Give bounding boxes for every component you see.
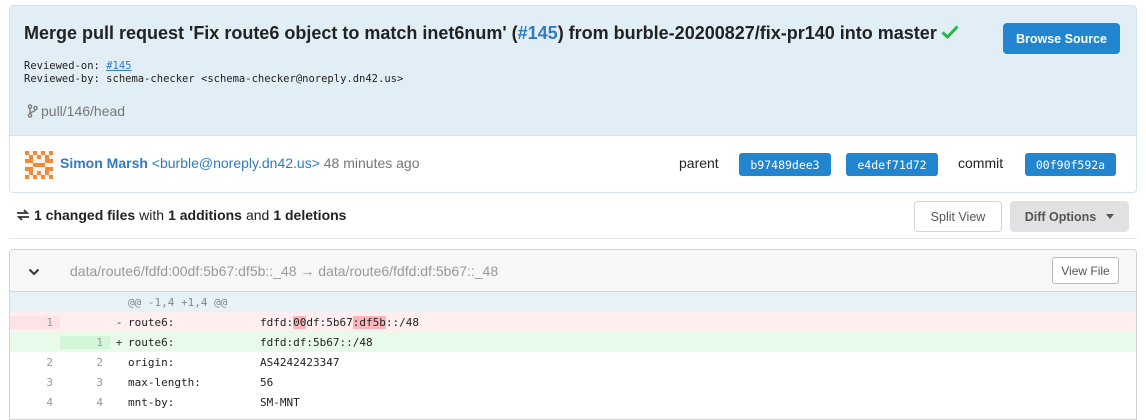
diff-options-button[interactable]: Diff Options [1010,201,1129,232]
commit-label: commit [958,155,1004,171]
commit-time: 48 minutes ago [323,155,420,171]
reviewed-on-label: Reviewed-on: [24,60,107,72]
old-line-number[interactable]: 3 [10,376,60,389]
chevron-down-icon[interactable] [28,266,40,278]
diff-code: mnt-by: SM-MNT [128,396,1136,409]
reviewed-by-line: Reviewed-by: schema-checker <schema-chec… [24,73,404,85]
branch-name: pull/146/head [41,103,126,119]
verified-check-icon [941,23,959,44]
author-name[interactable]: Simon Marsh [60,155,148,171]
commit-meta-row: Simon Marsh <burble@noreply.dn42.us> 48 … [10,136,1136,192]
diff-line-context: 2 2 origin: AS4242423347 [10,352,1136,372]
commit-title-suffix: ) from burble-20200827/fix-pr140 into ma… [557,23,937,43]
commit-body: Reviewed-on: #145 Reviewed-by: schema-ch… [24,60,403,86]
hunk-header: @@ -1,4 +1,4 @@ [128,295,228,309]
diff-key: mnt-by: [128,395,175,409]
diff-stats: 1 changed files with 1 additions and 1 d… [16,207,346,223]
new-line-number[interactable]: 2 [60,356,110,369]
split-view-button[interactable]: Split View [914,201,1002,232]
caret-down-icon [1106,214,1115,219]
new-line-number[interactable]: 3 [60,376,110,389]
avatar[interactable] [25,151,53,179]
diff-line-context: 3 3 max-length: 56 [10,372,1136,392]
diff-value-part: fdfd: [260,315,294,329]
diff-value: SM-MNT [260,395,300,409]
diff-key: origin: [128,355,175,369]
diff-key: route6: [128,315,175,329]
file-diff-header: data/route6/fdfd:00df:5b67:df5b::_48 → d… [10,250,1136,292]
sync-arrows-icon [16,209,30,221]
diff-value-removed-part: 00 [293,315,307,329]
commit-sha[interactable]: 00f90f592a [1025,153,1116,176]
file-path: data/route6/fdfd:00df:5b67:df5b::_48 → d… [70,263,499,279]
diff-line-context: 4 4 mnt-by: SM-MNT [10,392,1136,412]
old-line-number[interactable]: 1 [10,315,60,329]
diff-code: route6: fdfd:df:5b67::/48 [128,336,1136,349]
commit-title: Merge pull request 'Fix route6 object to… [24,23,959,44]
stats-and-text: and [245,207,270,223]
diff-code: route6: fdfd:00df:5b67:df5b::/48 [128,315,1136,329]
diff-sign: + [115,335,123,349]
parent-sha-2[interactable]: e4def71d72 [846,153,938,176]
diff-line-deleted: 1 - route6: fdfd:00df:5b67:df5b::/48 [10,312,1136,332]
additions-count: 1 additions [168,207,242,223]
diff-line-added: 1 + route6: fdfd:df:5b67::/48 [10,332,1136,352]
divider [9,238,1137,239]
diff-key: max-length: [128,375,201,389]
parent-label: parent [679,155,719,171]
commit-header-panel: Merge pull request 'Fix route6 object to… [9,5,1137,193]
diff-options-label: Diff Options [1024,209,1097,224]
diff-key: route6: [128,335,175,349]
branch-ref[interactable]: pull/146/head [27,103,125,119]
view-file-button[interactable]: View File [1052,257,1119,284]
file-diff-panel: data/route6/fdfd:00df:5b67:df5b::_48 → d… [9,249,1137,420]
reviewed-on-link[interactable]: #145 [106,60,131,72]
diff-code: origin: AS4242423347 [128,356,1136,369]
diff-value: fdfd:df:5b67::/48 [260,335,373,349]
stats-with-text: with [139,207,165,223]
diff-value: AS4242423347 [260,355,340,369]
diff-value-part: ::/48 [385,315,419,329]
diff-sign: - [115,315,123,329]
browse-source-button[interactable]: Browse Source [1003,23,1120,54]
commit-title-text: Merge pull request 'Fix route6 object to… [24,23,518,43]
new-line-number[interactable]: 1 [60,335,110,349]
diff-value-removed-part: :df5b [352,315,386,329]
deletions-count: 1 deletions [273,207,347,223]
commit-message-area: Merge pull request 'Fix route6 object to… [10,6,1136,136]
diff-value: 56 [260,375,274,389]
pr-link[interactable]: #145 [518,23,558,43]
hunk-header-row: @@ -1,4 +1,4 @@ [10,292,1136,312]
new-line-number[interactable]: 4 [60,396,110,409]
changed-files-count: 1 changed files [34,207,136,223]
git-branch-icon [27,104,38,118]
parent-sha-1[interactable]: b97489dee3 [739,153,831,176]
diff-code: max-length: 56 [128,376,1136,389]
author-email[interactable]: <burble@noreply.dn42.us> [152,155,320,171]
author-info: Simon Marsh <burble@noreply.dn42.us> 48 … [60,155,420,171]
old-line-number[interactable]: 2 [10,356,60,369]
old-line-number[interactable]: 4 [10,396,60,409]
diff-value-part: df:5b67 [306,315,353,329]
